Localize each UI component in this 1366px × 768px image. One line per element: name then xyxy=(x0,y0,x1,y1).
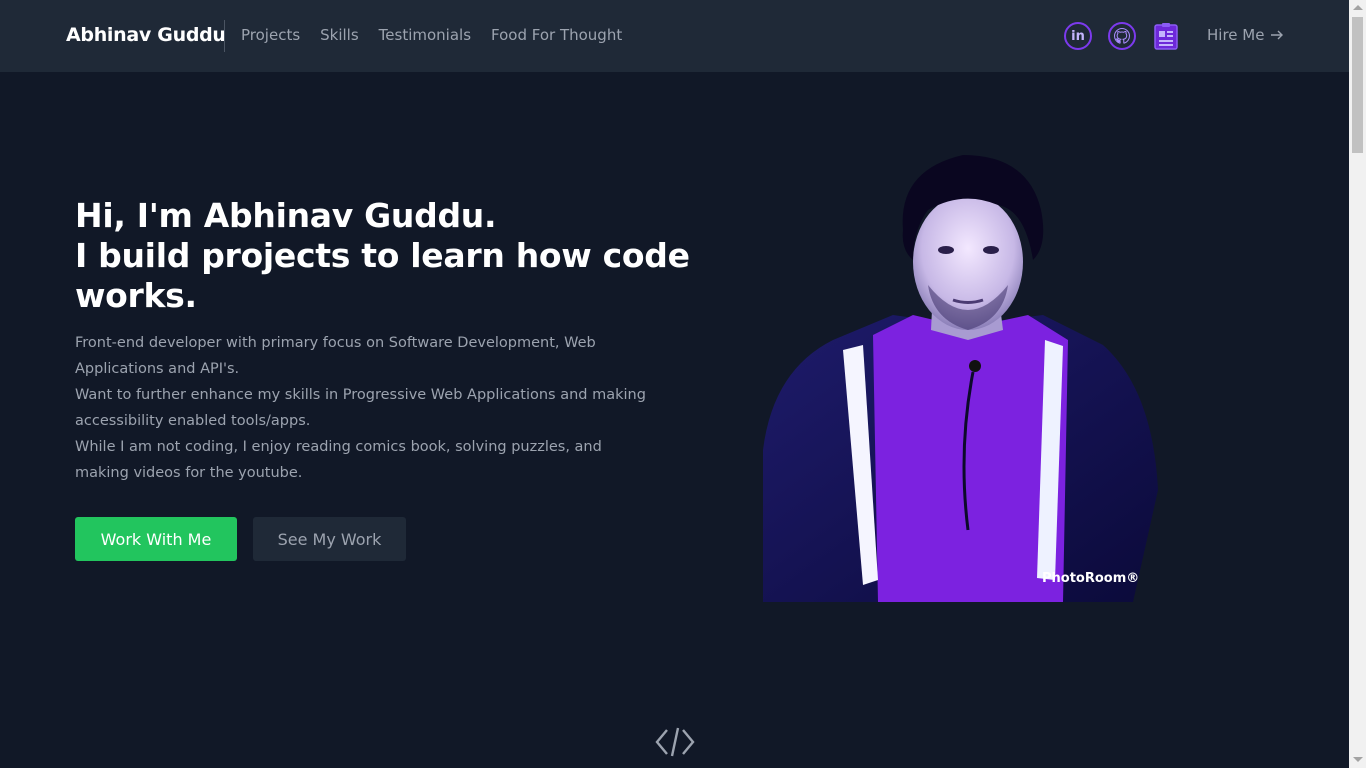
nav-food-for-thought[interactable]: Food For Thought xyxy=(491,26,622,44)
profile-photo xyxy=(763,155,1158,602)
arrow-right-icon xyxy=(1271,30,1284,40)
bio-paragraph-2: Want to further enhance my skills in Pro… xyxy=(75,387,646,429)
bio-paragraph-1: Front-end developer with primary focus o… xyxy=(75,335,596,377)
main-nav: Projects Skills Testimonials Food For Th… xyxy=(241,26,622,44)
brand-divider xyxy=(224,20,225,52)
nav-testimonials[interactable]: Testimonials xyxy=(379,26,471,44)
bio-paragraph-3: While I am not coding, I enjoy reading c… xyxy=(75,439,602,481)
github-glyph xyxy=(1113,27,1131,44)
nav-projects[interactable]: Projects xyxy=(241,26,300,44)
site-header: Abhinav Guddu Projects Skills Testimonia… xyxy=(0,0,1349,72)
resume-icon[interactable] xyxy=(1152,22,1180,50)
scroll-thumb[interactable] xyxy=(1352,17,1363,153)
scroll-up-arrow[interactable] xyxy=(1353,5,1363,10)
linkedin-icon[interactable]: in xyxy=(1064,22,1092,50)
brand-name[interactable]: Abhinav Guddu xyxy=(66,24,226,46)
work-with-me-button[interactable]: Work With Me xyxy=(75,517,237,561)
resume-glyph xyxy=(1154,23,1178,50)
hero-bio: Front-end developer with primary focus o… xyxy=(75,330,655,486)
scroll-down-arrow[interactable] xyxy=(1353,757,1363,762)
nav-skills[interactable]: Skills xyxy=(320,26,359,44)
see-my-work-button[interactable]: See My Work xyxy=(253,517,406,561)
hero-headline: Hi, I'm Abhinav Guddu. I build projects … xyxy=(75,196,695,316)
photo-watermark: PhotoRoom® xyxy=(1042,571,1140,586)
hire-me-link[interactable]: Hire Me xyxy=(1207,26,1284,44)
headline-line-2: I build projects to learn how code works… xyxy=(75,236,690,315)
hire-me-label: Hire Me xyxy=(1207,26,1265,44)
github-icon[interactable] xyxy=(1108,22,1136,50)
code-icon xyxy=(655,727,695,757)
headline-line-1: Hi, I'm Abhinav Guddu. xyxy=(75,196,497,235)
linkedin-text: in xyxy=(1071,28,1085,44)
